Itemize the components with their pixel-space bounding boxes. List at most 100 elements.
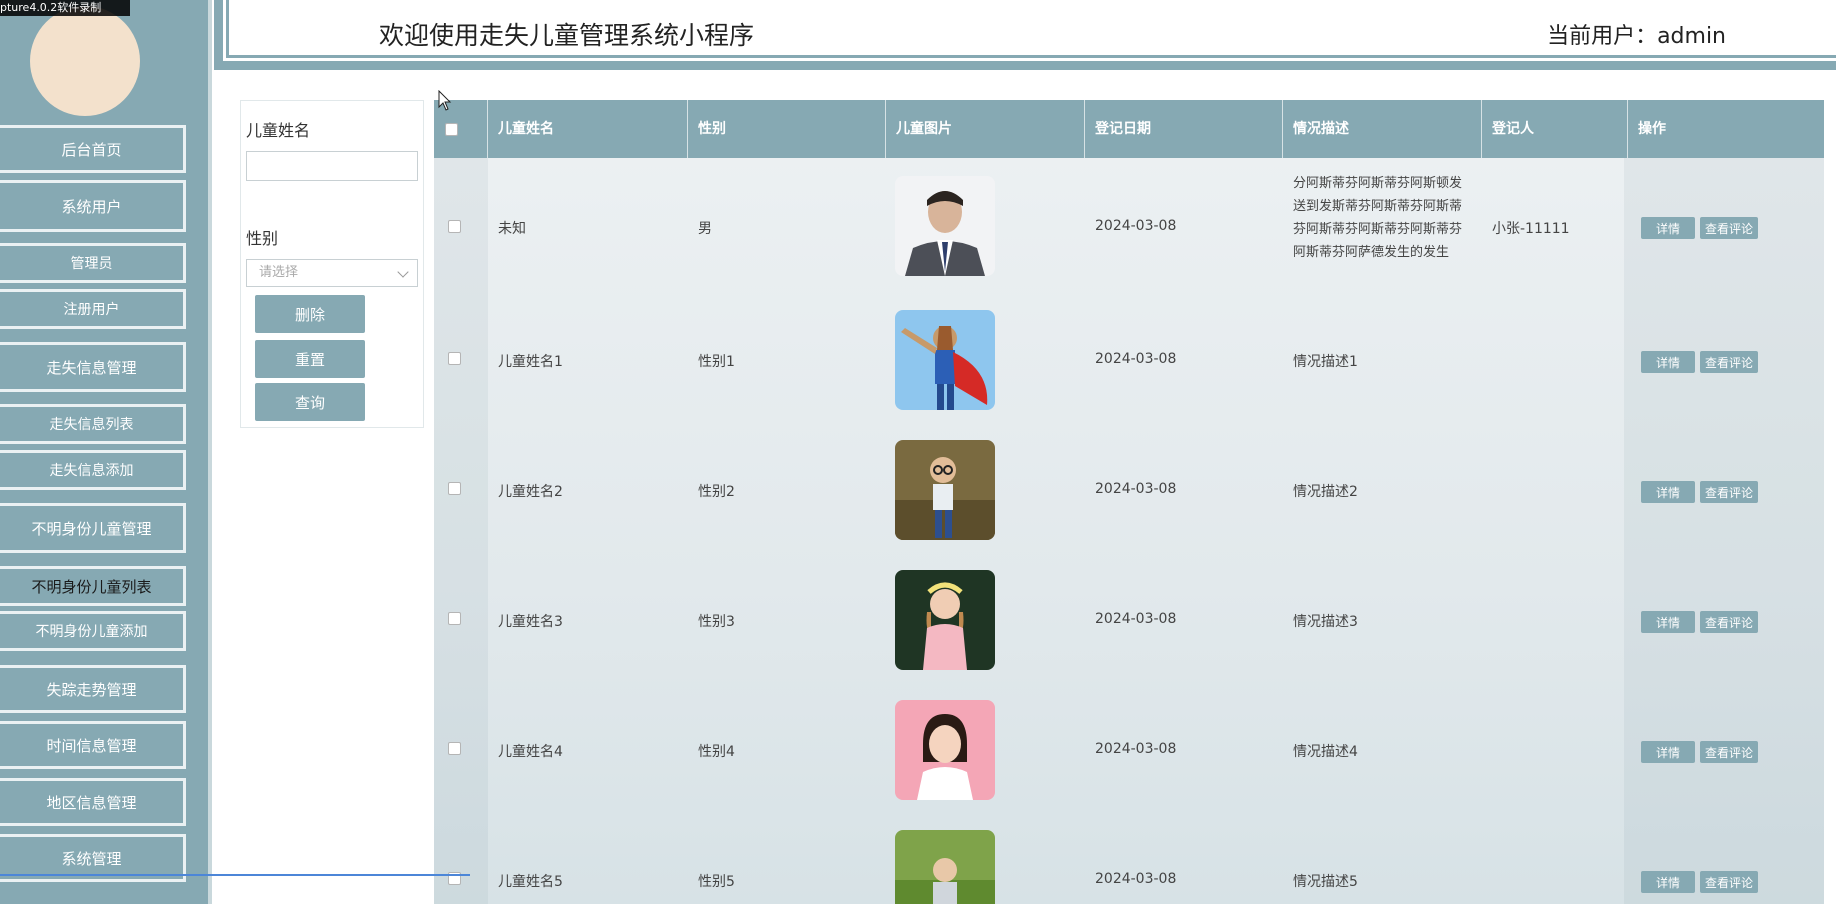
reset-button[interactable]: 重置 (255, 340, 365, 378)
gender-select[interactable]: 请选择 (246, 259, 418, 287)
table-row: 儿童姓名5 性别5 2024-03-08 情况描述5 详情 查看评论 (434, 814, 1824, 904)
child-photo (895, 176, 995, 276)
date-cell: 2024-03-08 (1095, 351, 1177, 367)
column-header: 登记日期 (1085, 100, 1283, 158)
gender-cell: 性别5 (698, 874, 735, 890)
sidebar-item-admin[interactable]: 管理员 (0, 243, 186, 283)
row-checkbox[interactable] (448, 220, 461, 233)
table-header: 儿童姓名 性别 儿童图片 登记日期 情况描述 登记人 操作 (434, 100, 1824, 158)
detail-button[interactable]: 详情 (1641, 217, 1695, 239)
sidebar-item-unknown-add[interactable]: 不明身份儿童添加 (0, 611, 186, 651)
description-cell: 情况描述3 (1293, 614, 1358, 630)
column-header: 性别 (688, 100, 886, 158)
description-cell: 情况描述1 (1293, 354, 1358, 370)
table-row: 儿童姓名1 性别1 2024-03-08 情况描述1 详情 查看评论 (434, 294, 1824, 424)
description-cell: 情况描述2 (1293, 484, 1358, 500)
gender-cell: 性别2 (698, 484, 735, 500)
date-cell: 2024-03-08 (1095, 611, 1177, 627)
detail-button[interactable]: 详情 (1641, 611, 1695, 633)
child-photo (895, 830, 995, 904)
sidebar-item-missing-list[interactable]: 走失信息列表 (0, 404, 186, 444)
header: 欢迎使用走失儿童管理系统小程序 当前用户：admin (214, 0, 1836, 70)
query-button[interactable]: 查询 (255, 383, 365, 421)
table-row: 未知 男 2024-03-08 分阿斯蒂芬阿斯蒂芬阿斯顿发送到发斯蒂芬阿斯蒂芬阿… (434, 158, 1824, 294)
description-cell: 情况描述5 (1293, 874, 1358, 890)
child-photo (895, 570, 995, 670)
sidebar-item-trend-management[interactable]: 失踪走势管理 (0, 665, 186, 713)
sidebar-item-missing-add[interactable]: 走失信息添加 (0, 450, 186, 490)
view-comments-button[interactable]: 查看评论 (1700, 351, 1758, 373)
child-photo (895, 310, 995, 410)
table-row: 儿童姓名4 性别4 2024-03-08 情况描述4 详情 查看评论 (434, 684, 1824, 814)
sidebar-item-label: 不明身份儿童添加 (35, 624, 148, 640)
description-cell: 分阿斯蒂芬阿斯蒂芬阿斯顿发送到发斯蒂芬阿斯蒂芬阿斯蒂芬阿斯蒂芬阿斯蒂芬阿斯蒂芬阿… (1293, 176, 1463, 260)
date-cell: 2024-03-08 (1095, 218, 1177, 234)
table-row: 儿童姓名2 性别2 2024-03-08 情况描述2 详情 查看评论 (434, 424, 1824, 554)
sidebar: 后台首页 系统用户 管理员 注册用户 走失信息管理 走失信息列表 走失信息添加 … (0, 0, 212, 904)
sidebar-item-unknown-management[interactable]: 不明身份儿童管理 (0, 503, 186, 553)
sidebar-item-label: 走失信息添加 (49, 463, 134, 479)
registrant-cell: 小张-11111 (1492, 221, 1570, 237)
sidebar-item-label: 走失信息管理 (46, 358, 137, 377)
column-header: 情况描述 (1283, 100, 1482, 158)
sidebar-item-label: 不明身份儿童管理 (31, 519, 152, 538)
view-comments-button[interactable]: 查看评论 (1700, 217, 1758, 239)
sidebar-item-label: 管理员 (70, 256, 113, 272)
photo-child-glasses (895, 440, 995, 540)
date-cell: 2024-03-08 (1095, 871, 1177, 887)
date-cell: 2024-03-08 (1095, 741, 1177, 757)
data-table: 儿童姓名 性别 儿童图片 登记日期 情况描述 登记人 操作 未知 男 2024-… (434, 100, 1824, 904)
row-checkbox[interactable] (448, 612, 461, 625)
avatar (30, 6, 140, 116)
detail-button[interactable]: 详情 (1641, 871, 1695, 893)
detail-button[interactable]: 详情 (1641, 741, 1695, 763)
child-name-cell: 儿童姓名2 (498, 484, 563, 500)
sidebar-item-region-management[interactable]: 地区信息管理 (0, 778, 186, 826)
gender-cell: 性别4 (698, 744, 735, 760)
detail-button[interactable]: 详情 (1641, 351, 1695, 373)
view-comments-button[interactable]: 查看评论 (1700, 871, 1758, 893)
gender-select-placeholder: 请选择 (259, 265, 299, 280)
row-checkbox[interactable] (448, 352, 461, 365)
page-title: 欢迎使用走失儿童管理系统小程序 (379, 21, 755, 50)
detail-button[interactable]: 详情 (1641, 481, 1695, 503)
view-comments-button[interactable]: 查看评论 (1700, 611, 1758, 633)
view-comments-button[interactable]: 查看评论 (1700, 741, 1758, 763)
photo-girl-smiling (895, 700, 995, 800)
photo-child-grass (895, 830, 995, 904)
table-row: 儿童姓名3 性别3 2024-03-08 情况描述3 详情 查看评论 (434, 554, 1824, 684)
row-checkbox[interactable] (448, 482, 461, 495)
gender-label: 性别 (246, 229, 279, 248)
child-name-cell: 儿童姓名5 (498, 874, 563, 890)
sidebar-item-label: 地区信息管理 (46, 793, 137, 812)
sidebar-item-registered-users[interactable]: 注册用户 (0, 289, 186, 329)
sidebar-item-label: 系统管理 (61, 849, 122, 868)
gender-cell: 性别1 (698, 354, 735, 370)
child-photo (895, 700, 995, 800)
photo-child-cape (895, 310, 995, 410)
name-search-input[interactable] (246, 151, 418, 181)
select-all-checkbox[interactable] (445, 123, 458, 136)
sidebar-item-unknown-list[interactable]: 不明身份儿童列表 (0, 566, 186, 606)
sidebar-item-missing-management[interactable]: 走失信息管理 (0, 342, 186, 392)
mouse-cursor-icon (438, 90, 452, 111)
current-user: 当前用户：admin (1547, 24, 1726, 49)
child-name-cell: 未知 (498, 221, 526, 237)
description-cell: 情况描述4 (1293, 744, 1358, 760)
view-comments-button[interactable]: 查看评论 (1700, 481, 1758, 503)
progress-line (0, 874, 470, 876)
sidebar-item-label: 不明身份儿童列表 (31, 577, 152, 596)
delete-button[interactable]: 删除 (255, 295, 365, 333)
sidebar-item-system-users[interactable]: 系统用户 (0, 180, 186, 232)
sidebar-item-time-management[interactable]: 时间信息管理 (0, 721, 186, 769)
sidebar-item-label: 系统用户 (61, 197, 122, 216)
sidebar-item-home[interactable]: 后台首页 (0, 125, 186, 173)
column-header: 儿童姓名 (488, 100, 688, 158)
row-checkbox[interactable] (448, 742, 461, 755)
child-photo (895, 440, 995, 540)
recorder-overlay: pture4.0.2软件录制 (0, 0, 130, 16)
child-name-cell: 儿童姓名3 (498, 614, 563, 630)
column-header: 登记人 (1482, 100, 1628, 158)
gender-cell: 男 (698, 221, 712, 237)
column-header: 操作 (1638, 121, 1666, 137)
